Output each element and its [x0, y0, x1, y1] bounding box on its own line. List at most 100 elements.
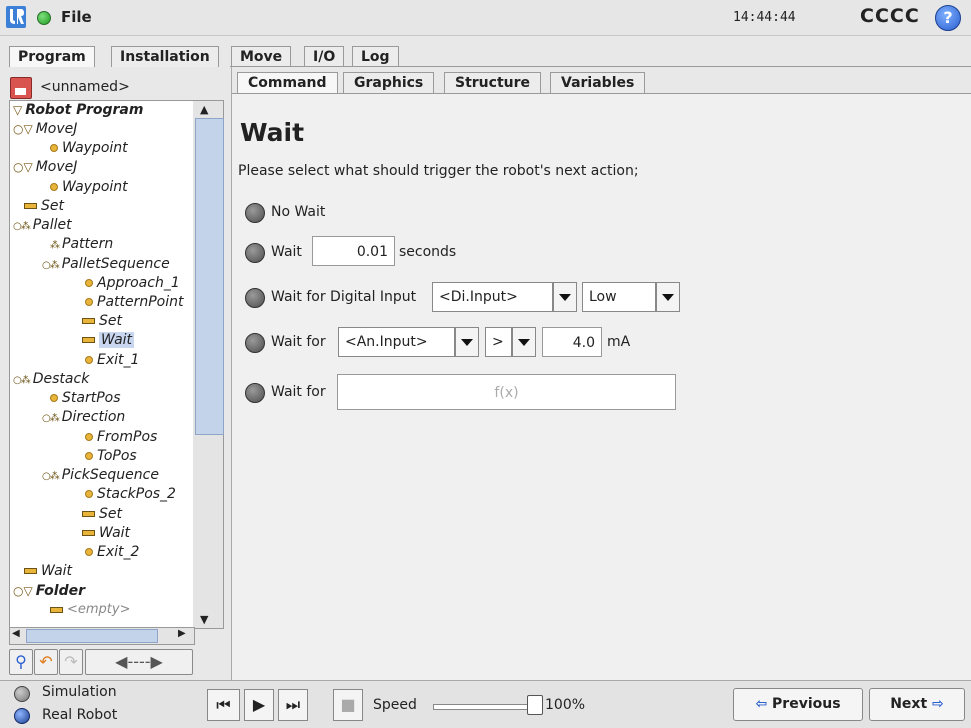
clock: 14:44:44 [733, 10, 796, 25]
collapse-triangle-icon[interactable]: ▽ [13, 103, 22, 117]
tab-io[interactable]: I/O [304, 46, 345, 67]
skip-back-icon[interactable]: ⏮ [207, 689, 240, 721]
wait-seconds-input[interactable]: 0.01 [312, 236, 395, 266]
tree-node-waypoint[interactable]: Waypoint [50, 179, 128, 195]
redo-icon[interactable]: ↷ [59, 649, 83, 675]
collapse-triangle-icon[interactable]: ○▽ [13, 160, 33, 174]
radio-wait-digital[interactable] [245, 288, 265, 308]
chevron-down-icon[interactable] [553, 282, 577, 312]
tree-node-stackpos-2[interactable]: StackPos_2 [85, 486, 176, 502]
label-wait-analog: Wait for [271, 334, 326, 350]
tab-variables[interactable]: Variables [550, 72, 646, 93]
pattern-icon: ⁂ [50, 240, 60, 251]
next-button[interactable]: Next ⇨ [869, 688, 965, 721]
direction-icon: ○⁂ [42, 413, 60, 424]
command-bar-icon [82, 337, 95, 343]
chevron-down-icon[interactable] [656, 282, 680, 312]
chevron-down-icon[interactable] [512, 327, 536, 357]
stop-icon[interactable]: ■ [333, 689, 363, 721]
radio-no-wait[interactable] [245, 203, 265, 223]
tree-node-wait-selected[interactable]: Wait [82, 332, 135, 348]
radio-wait-time[interactable] [245, 243, 265, 263]
tree-node-frompos[interactable]: FromPos [85, 429, 157, 445]
speed-value: 100% [545, 697, 586, 713]
help-icon[interactable]: ? [935, 5, 961, 31]
tree-node-picksequence[interactable]: ○⁂ PickSequence [42, 467, 159, 483]
speed-slider-track[interactable] [433, 704, 535, 710]
save-icon[interactable] [10, 77, 32, 99]
tree-node-folder[interactable]: ○▽ Folder [13, 583, 85, 599]
tree-node-topos[interactable]: ToPos [85, 448, 137, 464]
tree-node-startpos[interactable]: StartPos [50, 390, 121, 406]
file-menu[interactable]: File [61, 8, 92, 26]
tab-command[interactable]: Command [237, 72, 338, 93]
command-bar-icon [24, 568, 37, 574]
scroll-left-icon[interactable]: ◀ [12, 628, 20, 639]
robot-name: CCCC [860, 5, 920, 27]
scroll-right-icon[interactable]: ▶ [178, 628, 186, 639]
scroll-down-icon[interactable]: ▼ [200, 613, 208, 626]
tree-node-exit-2[interactable]: Exit_2 [85, 544, 139, 560]
digital-input-select[interactable]: <Di.Input> [432, 282, 553, 312]
radio-wait-expression[interactable] [245, 383, 265, 403]
tab-move[interactable]: Move [231, 46, 292, 67]
command-bar-icon [82, 318, 95, 324]
tree-node-exit-1[interactable]: Exit_1 [85, 352, 139, 368]
analog-input-select[interactable]: <An.Input> [338, 327, 455, 357]
chevron-down-icon[interactable] [455, 327, 479, 357]
step-forward-icon[interactable]: ⏭ [278, 689, 308, 721]
collapse-triangle-icon[interactable]: ○▽ [13, 122, 33, 136]
title-bar [0, 0, 971, 36]
real-robot-toggle-icon[interactable] [14, 708, 30, 724]
tree-node-wait[interactable]: Wait [82, 525, 130, 541]
tab-graphics[interactable]: Graphics [343, 72, 435, 93]
tab-program[interactable]: Program [9, 46, 95, 67]
analog-operator-select[interactable]: > [485, 327, 512, 357]
tree-node-pattern[interactable]: ⁂ Pattern [50, 236, 113, 252]
analog-value-input[interactable]: 4.0 [542, 327, 602, 357]
scrollbar-thumb[interactable] [26, 629, 158, 643]
move-node-arrows-icon[interactable]: ◀----▶ [85, 649, 193, 675]
wait-prompt: Please select what should trigger the ro… [238, 163, 639, 179]
waypoint-icon [50, 394, 58, 402]
sequence-icon: ○⁂ [42, 260, 60, 271]
ur-logo-icon [6, 6, 26, 28]
tree-node-direction[interactable]: ○⁂ Direction [42, 409, 125, 425]
tree-node-empty[interactable]: <empty> [50, 602, 131, 617]
tree-node-palletsequence[interactable]: ○⁂ PalletSequence [42, 256, 170, 272]
tree-node-approach-1[interactable]: Approach_1 [85, 275, 180, 291]
radio-wait-analog[interactable] [245, 333, 265, 353]
real-robot-label[interactable]: Real Robot [42, 707, 117, 723]
tree-node-destack[interactable]: ○⁂ Destack [13, 371, 89, 387]
tree-node-pallet[interactable]: ○⁂ Pallet [13, 217, 72, 233]
search-icon[interactable]: ⚲ [9, 649, 33, 675]
waypoint-icon [85, 490, 93, 498]
undo-icon[interactable]: ↶ [34, 649, 58, 675]
tree-node-set[interactable]: Set [82, 313, 122, 329]
tree-node-wait[interactable]: Wait [24, 563, 72, 579]
play-icon[interactable]: ▶ [244, 689, 274, 721]
scrollbar-thumb[interactable] [195, 118, 224, 435]
waypoint-icon [85, 433, 93, 441]
tree-node-robot-program[interactable]: ▽ Robot Program [13, 102, 143, 118]
tree-node-movej[interactable]: ○▽ MoveJ [13, 159, 77, 175]
tree-node-patternpoint[interactable]: PatternPoint [85, 294, 184, 310]
scroll-up-icon[interactable]: ▲ [200, 103, 208, 116]
tab-structure[interactable]: Structure [444, 72, 542, 93]
tab-log[interactable]: Log [352, 46, 399, 67]
tree-node-set[interactable]: Set [24, 198, 64, 214]
tree-node-movej[interactable]: ○▽ MoveJ [13, 121, 77, 137]
collapse-triangle-icon[interactable]: ○▽ [13, 584, 33, 598]
previous-button[interactable]: ⇦ Previous [733, 688, 863, 721]
tree-node-set[interactable]: Set [82, 506, 122, 522]
expression-input[interactable]: f(x) [337, 374, 676, 410]
simulation-label[interactable]: Simulation [42, 684, 117, 700]
tab-installation[interactable]: Installation [111, 46, 219, 67]
simulation-toggle-icon[interactable] [14, 686, 30, 702]
arrow-left-icon: ⇦ [755, 696, 773, 712]
digital-level-select[interactable]: Low [582, 282, 656, 312]
waypoint-icon [85, 452, 93, 460]
program-tree[interactable]: ▽ Robot Program ○▽ MoveJ Waypoint ○▽ MoveJ … [9, 100, 195, 629]
speed-slider-handle[interactable] [527, 695, 543, 715]
tree-node-waypoint[interactable]: Waypoint [50, 140, 128, 156]
